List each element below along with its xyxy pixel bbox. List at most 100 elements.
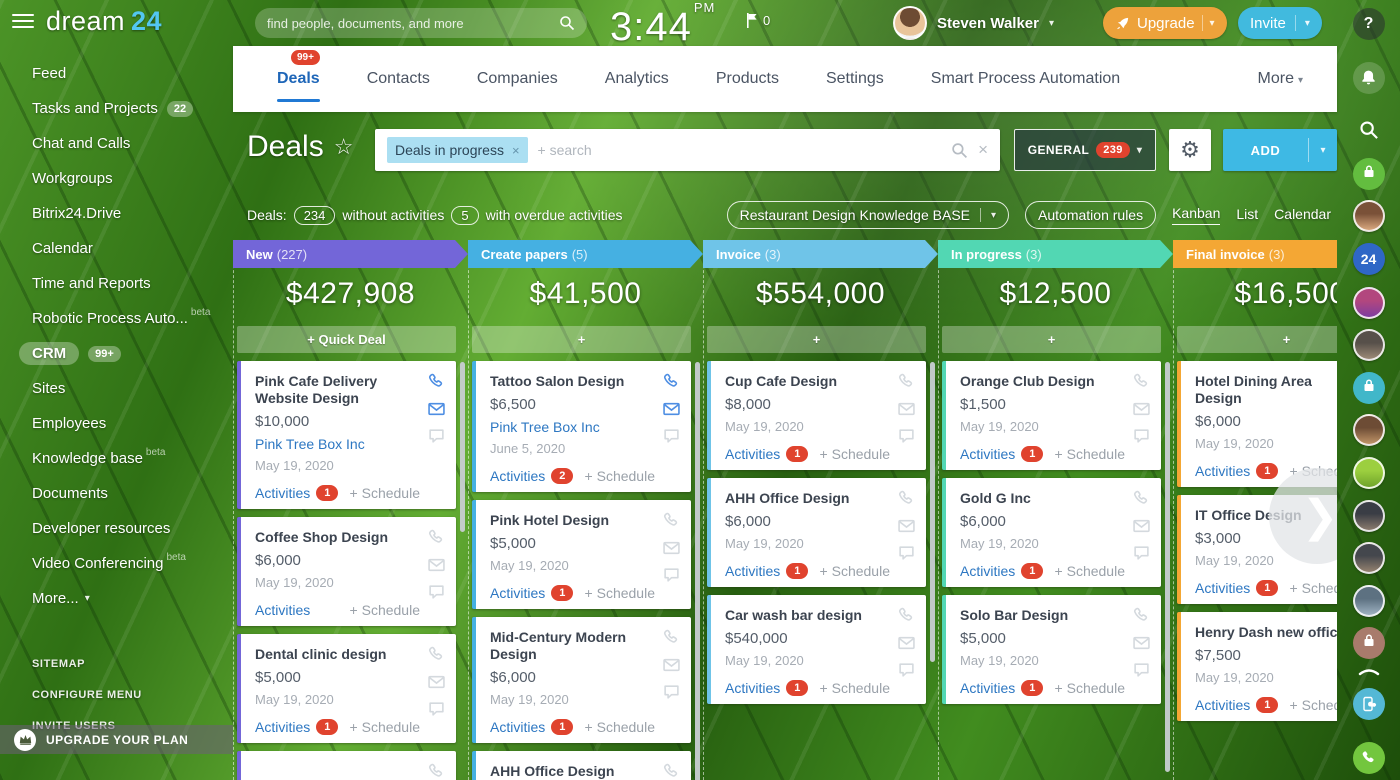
chat-icon[interactable]: [898, 545, 915, 566]
mail-icon[interactable]: [898, 402, 915, 421]
activities-link[interactable]: Activities1: [725, 446, 808, 462]
chat-icon[interactable]: [1133, 545, 1150, 566]
activities-link[interactable]: Activities1: [725, 563, 808, 579]
activities-link[interactable]: Activities1: [1195, 697, 1278, 713]
phone-icon[interactable]: [898, 373, 915, 395]
chat-icon[interactable]: [898, 428, 915, 449]
deal-card[interactable]: Henry Dash new office$7,500May 19, 2020A…: [1177, 612, 1337, 721]
tab-analytics[interactable]: Analytics: [605, 48, 669, 110]
schedule-link[interactable]: + Schedule: [1290, 580, 1337, 596]
deal-card[interactable]: Solo Bar Design$5,000May 19, 2020Activit…: [942, 595, 1161, 704]
pipeline-select-button[interactable]: GENERAL 239 ▾: [1014, 129, 1156, 171]
chat-icon[interactable]: [428, 428, 445, 449]
deal-card[interactable]: [237, 751, 456, 780]
schedule-link[interactable]: + Schedule: [1055, 563, 1125, 579]
settings-gear-button[interactable]: ⚙: [1169, 129, 1211, 171]
locked-user-slot[interactable]: [1353, 158, 1385, 190]
quick-deal-button[interactable]: +: [472, 326, 691, 353]
activities-link[interactable]: Activities1: [255, 485, 338, 501]
mail-icon[interactable]: [428, 558, 445, 577]
sidebar-item-more-[interactable]: More...▾: [0, 581, 233, 616]
activities-link[interactable]: Activities1: [1195, 580, 1278, 596]
activities-link[interactable]: Activities2: [490, 468, 573, 484]
tab-more[interactable]: More▾: [1258, 48, 1303, 110]
sidebar-item-developer-resources[interactable]: Developer resources: [0, 511, 233, 546]
deal-card[interactable]: AHH Office Design$6,000May 19, 2020Activ…: [707, 478, 926, 587]
activities-link[interactable]: Activities1: [960, 563, 1043, 579]
schedule-link[interactable]: + Schedule: [1055, 680, 1125, 696]
notifications-bell-button[interactable]: [1353, 62, 1385, 94]
sidebar-footer-link-sitemap[interactable]: SITEMAP: [0, 648, 233, 679]
mobile-app-button[interactable]: [1353, 688, 1385, 720]
sidebar-item-workgroups[interactable]: Workgroups: [0, 161, 233, 196]
view-switch-list[interactable]: List: [1236, 206, 1258, 225]
deal-card[interactable]: Orange Club Design$1,500May 19, 2020Acti…: [942, 361, 1161, 470]
clear-search-icon[interactable]: ×: [978, 140, 988, 160]
bitrix24-badge[interactable]: 24: [1353, 243, 1385, 275]
mail-icon[interactable]: [1133, 636, 1150, 655]
schedule-link[interactable]: + Schedule: [350, 602, 420, 618]
column-header[interactable]: In progress(3): [938, 240, 1173, 268]
sidebar-item-tasks-and-projects[interactable]: Tasks and Projects22: [0, 91, 233, 126]
user-avatar[interactable]: [1353, 542, 1385, 574]
user-avatar[interactable]: [1353, 585, 1385, 617]
mail-icon[interactable]: [1133, 519, 1150, 538]
sidebar-item-calendar[interactable]: Calendar: [0, 231, 233, 266]
invite-button[interactable]: Invite ▾: [1238, 7, 1322, 39]
locked-user-slot[interactable]: [1353, 627, 1385, 659]
hamburger-menu-icon[interactable]: [12, 14, 34, 30]
mail-icon[interactable]: [898, 636, 915, 655]
sidebar-item-chat-and-calls[interactable]: Chat and Calls: [0, 126, 233, 161]
sidebar-item-feed[interactable]: Feed: [0, 56, 233, 91]
user-avatar[interactable]: [1353, 287, 1385, 319]
mail-icon[interactable]: [663, 541, 680, 560]
upgrade-plan-banner[interactable]: UPGRADE YOUR PLAN: [0, 725, 233, 754]
phone-icon[interactable]: [1133, 607, 1150, 629]
view-switch-calendar[interactable]: Calendar: [1274, 206, 1331, 225]
view-switch-kanban[interactable]: Kanban: [1172, 205, 1220, 225]
column-header[interactable]: Create papers(5): [468, 240, 703, 268]
phone-icon[interactable]: [898, 607, 915, 629]
add-deal-button[interactable]: ADD ▾: [1223, 129, 1337, 171]
search-icon[interactable]: [951, 142, 968, 159]
deal-card[interactable]: Pink Hotel Design$5,000May 19, 2020Activ…: [472, 500, 691, 609]
flag-counter[interactable]: 0: [745, 13, 770, 28]
quick-deal-button[interactable]: +: [707, 326, 926, 353]
activities-link[interactable]: Activities1: [960, 446, 1043, 462]
mail-icon[interactable]: [663, 402, 680, 421]
mail-icon[interactable]: [428, 675, 445, 694]
global-search-input[interactable]: [267, 16, 559, 31]
schedule-link[interactable]: + Schedule: [585, 585, 655, 601]
quick-deal-button[interactable]: +: [1177, 326, 1337, 353]
schedule-link[interactable]: + Schedule: [350, 719, 420, 735]
phone-icon[interactable]: [1133, 490, 1150, 512]
column-header[interactable]: Invoice(3): [703, 240, 938, 268]
phone-icon[interactable]: [898, 490, 915, 512]
tab-contacts[interactable]: Contacts: [367, 48, 430, 110]
deal-card[interactable]: Car wash bar design$540,000May 19, 2020A…: [707, 595, 926, 704]
user-avatar[interactable]: [1353, 414, 1385, 446]
tab-deals[interactable]: Deals99+: [277, 48, 320, 110]
schedule-link[interactable]: + Schedule: [820, 446, 890, 462]
schedule-link[interactable]: + Schedule: [1290, 697, 1337, 713]
deal-card[interactable]: Mid-Century Modern Design$6,000May 19, 2…: [472, 617, 691, 743]
overdue-activities-count[interactable]: 5: [451, 206, 478, 225]
column-scrollbar[interactable]: [695, 362, 700, 780]
sidebar-item-robotic-process-auto-[interactable]: Robotic Process Auto...beta: [0, 301, 233, 336]
chat-icon[interactable]: [1133, 428, 1150, 449]
activities-link[interactable]: Activities1: [255, 719, 338, 735]
column-header[interactable]: Final invoice(3): [1173, 240, 1337, 268]
upgrade-button[interactable]: Upgrade ▾: [1103, 7, 1227, 39]
phone-icon[interactable]: [428, 763, 445, 780]
chat-icon[interactable]: [428, 584, 445, 605]
chat-icon[interactable]: [898, 662, 915, 683]
phone-icon[interactable]: [663, 373, 680, 395]
column-scrollbar[interactable]: [930, 362, 935, 662]
knowledge-base-button[interactable]: Restaurant Design Knowledge BASE ▾: [727, 201, 1009, 229]
global-search[interactable]: [255, 8, 587, 38]
mail-icon[interactable]: [428, 402, 445, 421]
chat-icon[interactable]: [663, 428, 680, 449]
mail-icon[interactable]: [663, 658, 680, 677]
schedule-link[interactable]: + Schedule: [1055, 446, 1125, 462]
sidebar-footer-link-configure-menu[interactable]: CONFIGURE MENU: [0, 679, 233, 710]
